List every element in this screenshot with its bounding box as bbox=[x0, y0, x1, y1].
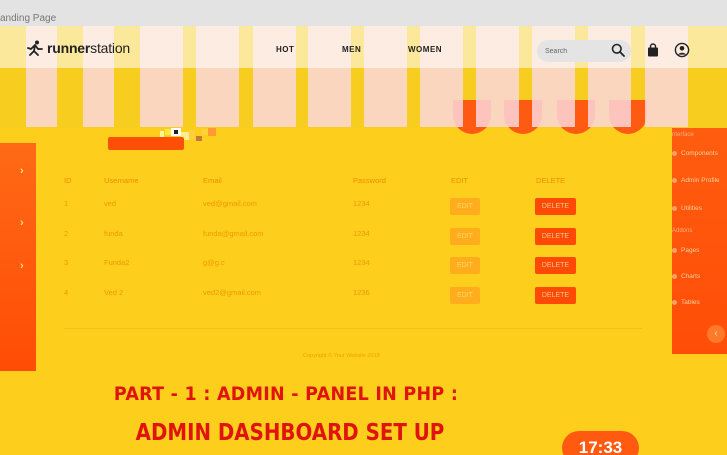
edit-button[interactable]: EDIT bbox=[450, 198, 480, 215]
cell-password: 1234 bbox=[353, 258, 370, 267]
left-sidebar: › › › bbox=[0, 143, 36, 371]
sidebar-item-label: Charts bbox=[681, 273, 701, 280]
chevron-right-icon[interactable]: › bbox=[20, 165, 24, 177]
sidebar-item-label: Tables bbox=[681, 299, 700, 306]
nav-link-men[interactable]: MEN bbox=[342, 45, 361, 54]
cell-id: 3 bbox=[64, 258, 69, 267]
page-strip bbox=[0, 0, 727, 26]
cell-email: g@g.c bbox=[203, 258, 225, 267]
charts-icon bbox=[672, 273, 677, 279]
tables-icon bbox=[672, 299, 677, 305]
sidebar-collapse-button[interactable]: ‹ bbox=[707, 325, 725, 343]
copyright-text: Copyright © Your Website 2019 bbox=[303, 353, 380, 359]
cell-email: ved2@gmail.com bbox=[203, 288, 262, 297]
column-header-username: Username bbox=[104, 176, 139, 185]
page-title: anding Page bbox=[0, 13, 57, 24]
cell-username: ved bbox=[104, 199, 117, 208]
brand-name-rest: station bbox=[90, 40, 130, 56]
cell-email: ved@gmail.com bbox=[203, 199, 257, 208]
sidebar-item-components[interactable]: Components bbox=[672, 150, 718, 157]
right-sidebar: nterface Components Admin Profile Utilit… bbox=[672, 128, 727, 354]
cell-password: 1234 bbox=[353, 229, 370, 238]
cell-password: 1234 bbox=[353, 199, 370, 208]
sidebar-item-label: Components bbox=[681, 150, 718, 157]
video-timer-badge: 17:33 bbox=[562, 431, 639, 455]
delete-button[interactable]: DELETE bbox=[535, 228, 576, 245]
pages-icon bbox=[672, 247, 677, 253]
banner-subtitle: ADMIN DASHBOARD SET UP bbox=[135, 420, 445, 446]
cell-id: 1 bbox=[64, 199, 69, 208]
chevron-right-icon[interactable]: › bbox=[20, 217, 24, 229]
banner-title: PART - 1 : ADMIN - PANEL IN PHP : bbox=[113, 383, 459, 405]
sidebar-item-label: Admin Profile bbox=[681, 177, 720, 184]
sidebar-item-tables[interactable]: Tables bbox=[672, 299, 700, 306]
cell-id: 2 bbox=[64, 229, 69, 238]
search-icon[interactable] bbox=[611, 43, 625, 57]
admin-profile-icon bbox=[672, 177, 677, 183]
utilities-icon bbox=[672, 205, 677, 211]
sidebar-heading-interface: nterface bbox=[672, 132, 694, 138]
column-header-id: ID bbox=[64, 176, 72, 185]
chevron-right-icon[interactable]: › bbox=[20, 260, 24, 272]
cell-username: funda bbox=[104, 229, 123, 238]
sidebar-item-label: Utilities bbox=[681, 205, 702, 212]
cell-password: 1236 bbox=[353, 288, 370, 297]
delete-button[interactable]: DELETE bbox=[535, 198, 576, 215]
nav-link-hot[interactable]: HOT bbox=[276, 45, 294, 54]
cell-email: funda@gmail.com bbox=[203, 229, 264, 238]
sidebar-item-admin-profile[interactable]: Admin Profile bbox=[672, 177, 720, 184]
user-account-icon[interactable] bbox=[674, 42, 690, 58]
edit-button[interactable]: EDIT bbox=[450, 257, 480, 274]
sidebar-item-charts[interactable]: Charts bbox=[672, 273, 700, 280]
sidebar-item-pages[interactable]: Pages bbox=[672, 247, 699, 254]
footer-divider bbox=[64, 328, 642, 329]
edit-button[interactable]: EDIT bbox=[450, 228, 480, 245]
cell-username: Funda2 bbox=[104, 258, 130, 267]
column-header-delete: DELETE bbox=[536, 176, 566, 185]
shopping-bag-icon[interactable] bbox=[646, 43, 660, 57]
sidebar-item-label: Pages bbox=[681, 247, 700, 254]
search-input[interactable] bbox=[545, 45, 607, 57]
column-header-email: Email bbox=[203, 176, 222, 185]
column-header-password: Password bbox=[353, 176, 386, 185]
components-icon bbox=[672, 150, 677, 156]
brand-name-bold: runner bbox=[47, 40, 91, 56]
delete-button[interactable]: DELETE bbox=[535, 257, 576, 274]
sidebar-heading-addons: Addons bbox=[672, 228, 693, 234]
delete-button[interactable]: DELETE bbox=[535, 287, 576, 304]
brand-logo[interactable]: runnerstation bbox=[26, 40, 130, 56]
sidebar-item-utilities[interactable]: Utilities bbox=[672, 205, 702, 212]
nav-link-women[interactable]: WOMEN bbox=[408, 45, 442, 54]
edit-button[interactable]: EDIT bbox=[450, 287, 480, 304]
cell-id: 4 bbox=[64, 288, 69, 297]
add-admin-button[interactable] bbox=[108, 137, 184, 150]
column-header-edit: EDIT bbox=[451, 176, 469, 185]
cell-username: Ved 2 bbox=[104, 288, 124, 297]
runner-icon bbox=[27, 40, 43, 56]
